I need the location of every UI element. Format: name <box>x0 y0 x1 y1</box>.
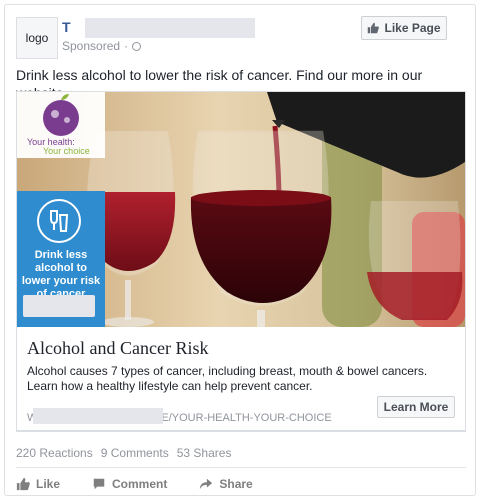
share-button[interactable]: Share <box>199 474 253 494</box>
page-logo[interactable]: logo <box>16 17 58 59</box>
message-panel: Drink less alcohol to lower your risk of… <box>17 191 105 327</box>
panel-message: Drink less alcohol to lower your risk of… <box>21 249 101 300</box>
post-actions: Like Comment Share <box>16 474 466 494</box>
comment-button[interactable]: Comment <box>92 474 167 494</box>
ad-image[interactable]: Your health: Your choice Drink less alco… <box>17 92 465 327</box>
like-page-label: Like Page <box>384 21 441 35</box>
link-preview[interactable]: Your health: Your choice Drink less alco… <box>16 91 466 431</box>
wine-glass-icon <box>37 199 81 243</box>
redacted-url <box>33 408 163 424</box>
shares-count[interactable]: 53 Shares <box>177 446 232 460</box>
link-description: Alcohol causes 7 types of cancer, includ… <box>27 364 428 393</box>
campaign-badge: Your health: Your choice <box>17 92 105 158</box>
sponsored-label[interactable]: Sponsored · <box>62 39 142 53</box>
engagement-stats: 220 Reactions 9 Comments 53 Shares <box>16 446 231 460</box>
thumbs-up-icon <box>368 22 380 34</box>
comment-icon <box>93 478 105 490</box>
badge-subtitle: Your choice <box>43 146 90 156</box>
page-name-start: T <box>62 19 71 35</box>
redacted-page-name <box>85 18 255 38</box>
globe-icon <box>132 41 142 51</box>
thumbs-up-icon <box>16 477 30 491</box>
link-title[interactable]: Alcohol and Cancer Risk <box>27 338 208 359</box>
like-button[interactable]: Like <box>16 474 60 494</box>
logo-text: logo <box>25 31 49 45</box>
redacted-box <box>23 295 95 317</box>
sponsored-post-card: logo T n Sponsored · Like Page Drink les… <box>4 4 476 496</box>
reactions-count[interactable]: 220 Reactions <box>16 446 93 460</box>
badge-title: Your health: Your choice <box>27 137 90 156</box>
share-icon <box>200 478 213 490</box>
comments-count[interactable]: 9 Comments <box>101 446 169 460</box>
learn-more-button[interactable]: Learn More <box>377 396 455 418</box>
like-page-button[interactable]: Like Page <box>361 16 447 40</box>
divider <box>16 467 466 468</box>
